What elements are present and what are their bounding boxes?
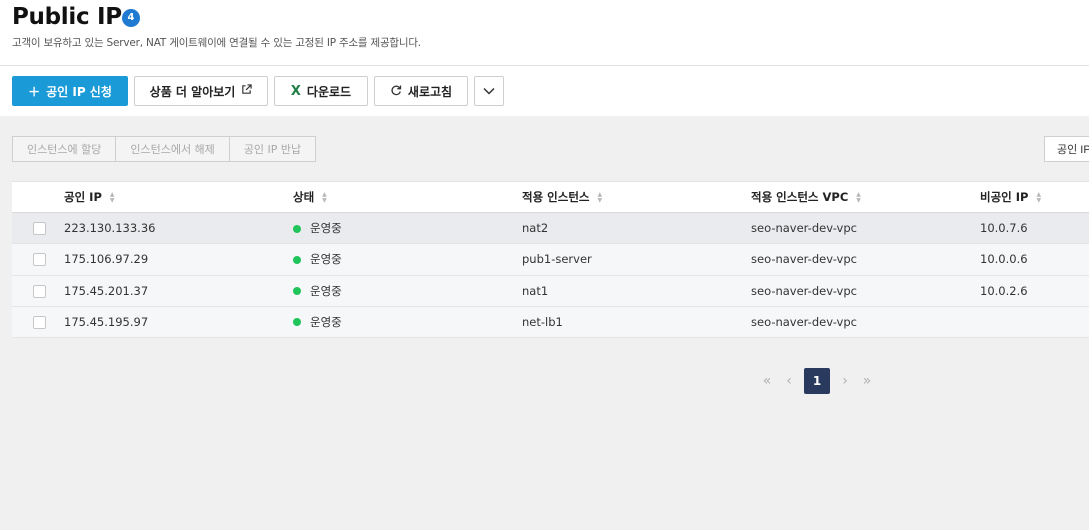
row-checkbox[interactable] [33,253,46,267]
sort-icon: ▲ ▼ [856,190,861,204]
toolbar: ＋ 공인 IP 신청 상품 더 알아보기 X 다운로드 새로고침 [0,66,1089,116]
public-ip-table: 공인 IP ▲ ▼ 상태 ▲ ▼ 적용 인스턴스 ▲ ▼ 적용 인스턴스 VPC ▲ ▼… [12,181,1089,339]
public-ip-cell: 175.45.201.37 [64,283,149,298]
content-area: 인스턴스에 할당 인스턴스에서 해제 공인 IP 반납 공인 IP 공인 IP … [0,116,1089,530]
column-header-instance-vpc[interactable]: 적용 인스턴스 VPC ▲ ▼ [751,182,861,213]
count-badge: 4 [122,9,140,27]
table-row[interactable]: 175.45.195.97 운영중 net-lb1 seo-naver-dev-… [12,306,1089,339]
last-page-icon[interactable]: » [856,368,878,394]
page-number-current[interactable]: 1 [804,368,830,394]
instance-cell: nat2 [522,221,549,235]
external-link-icon [241,84,252,98]
instance-action-group: 인스턴스에 할당 인스턴스에서 해제 공인 IP 반납 [12,136,317,162]
apply-public-ip-button[interactable]: ＋ 공인 IP 신청 [12,76,128,106]
sort-icon: ▲ ▼ [597,190,603,204]
refresh-button[interactable]: 새로고침 [374,76,468,106]
learn-more-button[interactable]: 상품 더 알아보기 [134,76,268,106]
row-checkbox[interactable] [33,315,46,329]
vpc-cell: seo-naver-dev-vpc [751,283,857,298]
status-cell: 운영중 [293,307,342,338]
return-public-ip-button[interactable]: 공인 IP 반납 [229,136,317,162]
private-ip-cell: 10.0.2.6 [980,283,1028,298]
status-dot-icon [293,255,301,264]
instance-cell: nat1 [522,283,549,298]
table-header: 공인 IP ▲ ▼ 상태 ▲ ▼ 적용 인스턴스 ▲ ▼ 적용 인스턴스 VPC ▲ ▼… [12,182,1089,213]
vpc-cell: seo-naver-dev-vpc [751,314,857,329]
pagination: « ‹ 1 › » [756,368,878,394]
chevron-down-icon [483,84,495,98]
private-ip-cell: 10.0.0.6 [980,252,1028,267]
assign-to-instance-button[interactable]: 인스턴스에 할당 [12,136,117,162]
status-dot-icon [293,287,301,296]
page-description: 고객이 보유하고 있는 Server, NAT 게이트웨이에 연결될 수 있는 … [12,37,421,49]
private-ip-cell: 10.0.7.6 [980,221,1028,235]
prev-page-icon[interactable]: ‹ [778,368,800,394]
column-header-public-ip[interactable]: 공인 IP ▲ ▼ [64,182,115,213]
column-header-instance[interactable]: 적용 인스턴스 ▲ ▼ [522,182,602,213]
download-button[interactable]: X 다운로드 [274,76,368,106]
page-header: Public IP 4 고객이 보유하고 있는 Server, NAT 게이트웨… [0,0,1089,66]
sort-icon: ▲ ▼ [109,190,115,204]
column-header-private-ip[interactable]: 비공인 IP ▲ ▼ [980,182,1041,213]
plus-icon: ＋ [28,84,41,99]
status-cell: 운영중 [293,213,342,244]
instance-cell: pub1-server [522,252,592,267]
status-dot-icon [293,224,301,233]
status-cell: 운영중 [293,276,342,307]
unassign-from-instance-button[interactable]: 인스턴스에서 해제 [116,136,230,162]
next-page-icon[interactable]: › [834,368,856,394]
page-title: Public IP [12,4,122,30]
sort-icon: ▲ ▼ [1036,190,1042,204]
table-row[interactable]: 175.106.97.29 운영중 pub1-server seo-naver-… [12,244,1089,276]
public-ip-cell: 175.106.97.29 [64,252,149,267]
status-cell: 운영중 [293,244,342,275]
vpc-cell: seo-naver-dev-vpc [751,252,857,267]
status-dot-icon [293,318,301,327]
column-header-status[interactable]: 상태 ▲ ▼ [293,182,327,213]
row-checkbox[interactable] [33,284,46,298]
more-dropdown-button[interactable] [474,76,504,106]
first-page-icon[interactable]: « [756,368,778,394]
refresh-icon [390,84,402,99]
instance-cell: net-lb1 [522,314,563,329]
table-row[interactable]: 175.45.201.37 운영중 nat1 seo-naver-dev-vpc… [12,275,1089,307]
public-ip-filter-button[interactable]: 공인 IP [1044,136,1089,162]
public-ip-cell: 175.45.195.97 [64,314,149,329]
sort-icon: ▲ ▼ [322,190,327,204]
vpc-cell: seo-naver-dev-vpc [751,221,857,235]
table-row[interactable]: 223.130.133.36 운영중 nat2 seo-naver-dev-vp… [12,213,1089,245]
row-checkbox[interactable] [33,222,46,235]
excel-icon: X [290,83,301,99]
public-ip-cell: 223.130.133.36 [64,221,156,235]
